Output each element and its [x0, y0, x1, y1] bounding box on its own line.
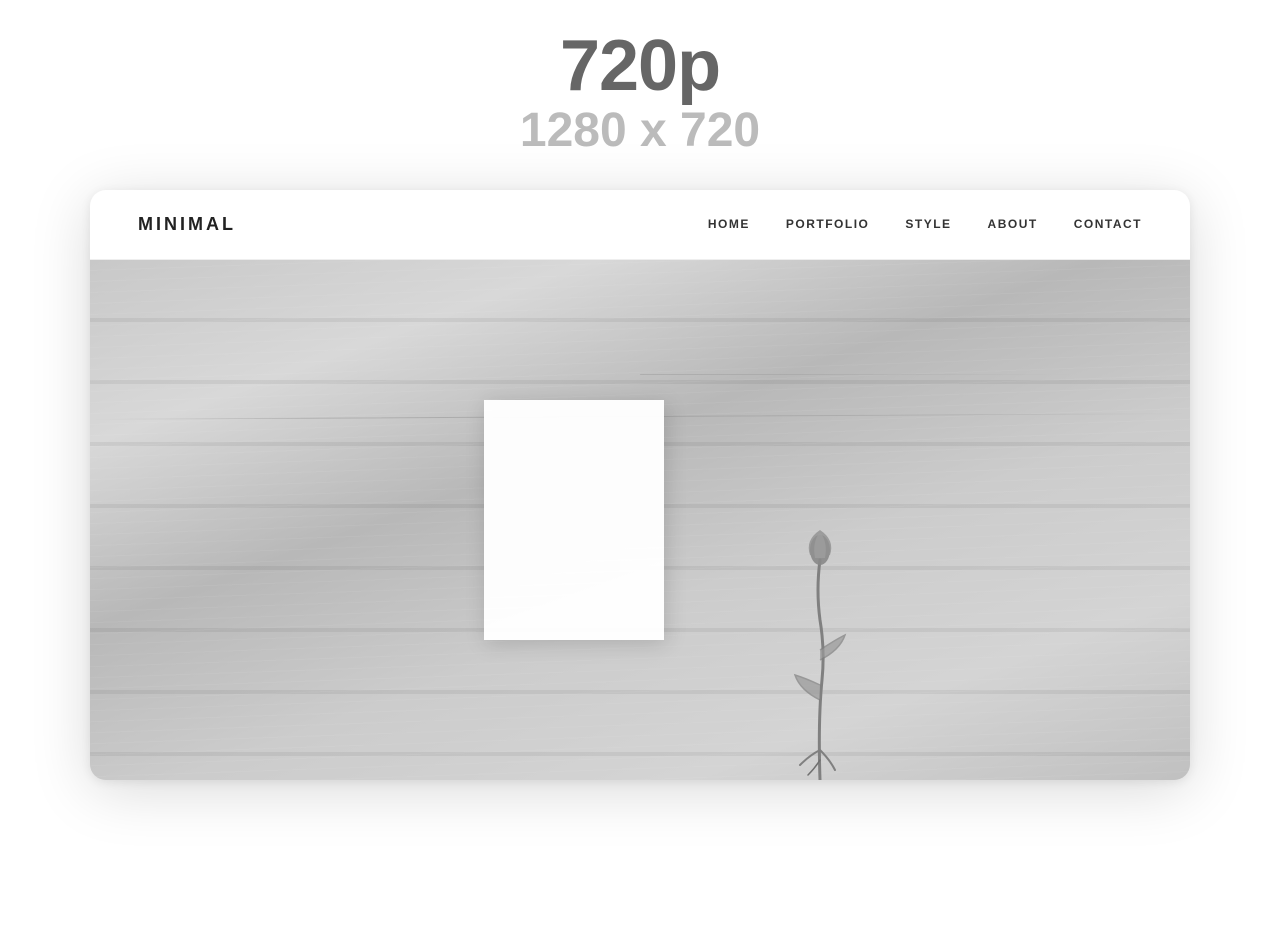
- nav-item-home[interactable]: HOME: [708, 217, 750, 231]
- resolution-badge: 720p 1280 x 720: [520, 30, 760, 160]
- resolution-dimensions: 1280 x 720: [520, 102, 760, 160]
- hero-card: [484, 400, 664, 640]
- site-header: MINIMAL HOME PORTFOLIO STYLE ABOUT CONTA…: [90, 190, 1190, 260]
- resolution-label: 720p: [520, 30, 760, 102]
- hero-flower: [780, 500, 860, 780]
- browser-window: MINIMAL HOME PORTFOLIO STYLE ABOUT CONTA…: [90, 190, 1190, 780]
- nav-item-style[interactable]: STYLE: [905, 217, 951, 231]
- nav-item-portfolio[interactable]: PORTFOLIO: [786, 217, 870, 231]
- hero-image: [90, 260, 1190, 780]
- site-logo[interactable]: MINIMAL: [138, 214, 236, 235]
- wood-crack-2: [640, 374, 1080, 375]
- nav-item-contact[interactable]: CONTACT: [1074, 217, 1142, 231]
- nav-item-about[interactable]: ABOUT: [988, 217, 1038, 231]
- site-nav: HOME PORTFOLIO STYLE ABOUT CONTACT: [708, 217, 1142, 231]
